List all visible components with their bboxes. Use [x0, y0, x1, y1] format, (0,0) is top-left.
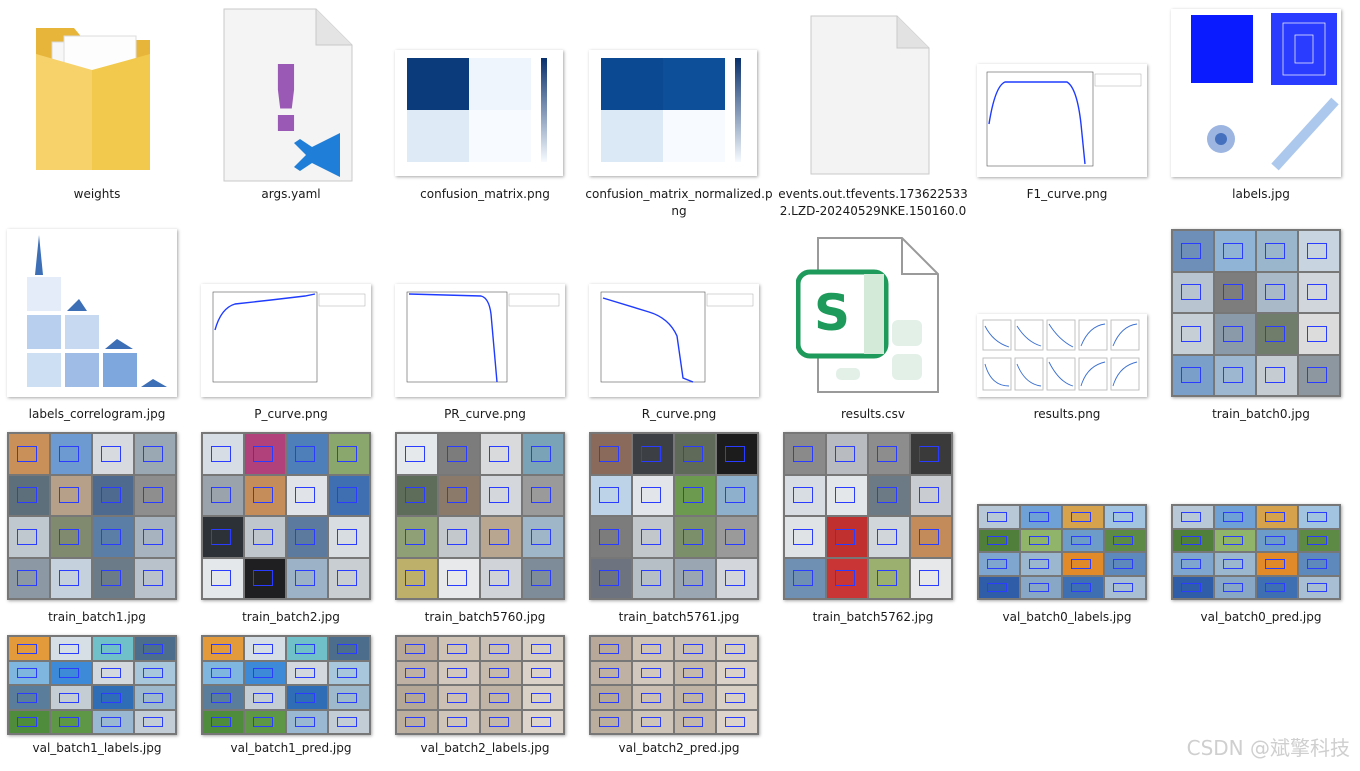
file-name: train_batch5761.jpg [618, 610, 740, 624]
file-item-confusion-matrix[interactable]: confusion_matrix.png [388, 0, 582, 215]
pr-curve-thumbnail [395, 284, 565, 397]
file-item-f1-curve[interactable]: F1_curve.png [970, 0, 1164, 215]
folder-icon [30, 20, 160, 175]
file-item-results-png[interactable]: results.png [970, 220, 1164, 430]
file-name: train_batch2.jpg [242, 610, 340, 624]
file-name: train_batch0.jpg [1212, 407, 1310, 421]
file-name: F1_curve.png [1026, 187, 1108, 201]
file-name: val_batch0_labels.jpg [1002, 610, 1132, 624]
p-curve-thumbnail [201, 284, 371, 397]
file-item-args-yaml[interactable]: ! args.yaml [194, 0, 388, 215]
train-batch1-thumbnail [7, 432, 177, 600]
file-name: labels_correlogram.jpg [28, 407, 166, 421]
file-name: events.out.tfevents.1736225332.LZD-20240… [778, 187, 968, 218]
train-batch2-thumbnail [201, 432, 371, 600]
file-name: labels.jpg [1232, 187, 1290, 201]
file-item-val-batch0-labels[interactable]: val_batch0_labels.jpg [970, 425, 1164, 633]
yaml-file-icon: ! [222, 7, 354, 183]
file-name: train_batch5760.jpg [424, 610, 546, 624]
file-name: val_batch0_pred.jpg [1200, 610, 1322, 624]
file-item-train-batch5762[interactable]: train_batch5762.jpg [776, 425, 970, 633]
file-item-weights[interactable]: weights [0, 0, 194, 215]
val-batch2-labels-thumbnail [395, 635, 565, 735]
confusion-matrix-normalized-thumbnail [589, 50, 757, 176]
f1-curve-thumbnail [977, 64, 1147, 177]
file-name: val_batch1_labels.jpg [32, 741, 162, 755]
file-name: train_batch5762.jpg [812, 610, 934, 624]
file-name: confusion_matrix.png [420, 187, 550, 201]
yaml-exclamation-glyph: ! [265, 46, 307, 153]
generic-file-icon [809, 14, 931, 176]
file-item-tfevents[interactable]: events.out.tfevents.1736225332.LZD-20240… [776, 0, 970, 218]
file-name: confusion_matrix_normalized.png [585, 187, 773, 218]
file-item-val-batch2-labels[interactable]: val_batch2_labels.jpg [388, 628, 582, 768]
file-name: P_curve.png [254, 407, 328, 421]
file-name: results.csv [841, 407, 905, 421]
file-item-pr-curve[interactable]: PR_curve.png [388, 220, 582, 430]
results-thumbnail [977, 314, 1147, 397]
file-item-results-csv[interactable]: S results.csv [776, 220, 970, 430]
val-batch0-pred-thumbnail [1171, 504, 1341, 600]
val-batch0-labels-thumbnail [977, 504, 1147, 600]
file-item-train-batch1[interactable]: train_batch1.jpg [0, 425, 194, 633]
spreadsheet-file-icon: S [796, 236, 941, 396]
file-item-val-batch2-pred[interactable]: val_batch2_pred.jpg [582, 628, 776, 768]
file-item-p-curve[interactable]: P_curve.png [194, 220, 388, 430]
val-batch2-pred-thumbnail [589, 635, 759, 735]
file-name: args.yaml [261, 187, 321, 201]
train-batch5761-thumbnail [589, 432, 759, 600]
file-name: val_batch1_pred.jpg [230, 741, 352, 755]
val-batch1-labels-thumbnail [7, 635, 177, 735]
file-item-train-batch0[interactable]: train_batch0.jpg [1164, 220, 1358, 430]
file-item-train-batch2[interactable]: train_batch2.jpg [194, 425, 388, 633]
file-item-train-batch5761[interactable]: train_batch5761.jpg [582, 425, 776, 633]
file-item-labels[interactable]: labels.jpg [1164, 0, 1358, 215]
watermark: CSDN @斌擎科技 [1186, 736, 1350, 760]
file-item-val-batch1-labels[interactable]: val_batch1_labels.jpg [0, 628, 194, 768]
file-item-confusion-matrix-normalized[interactable]: confusion_matrix_normalized.png [582, 0, 776, 218]
file-item-labels-correlogram[interactable]: labels_correlogram.jpg [0, 220, 194, 430]
labels-thumbnail [1171, 9, 1341, 177]
train-batch5760-thumbnail [395, 432, 565, 600]
labels-correlogram-thumbnail [7, 229, 177, 397]
file-name: results.png [1033, 407, 1101, 421]
train-batch5762-thumbnail [783, 432, 953, 600]
file-name: val_batch2_labels.jpg [420, 741, 550, 755]
confusion-matrix-thumbnail [395, 50, 563, 176]
val-batch1-pred-thumbnail [201, 635, 371, 735]
train-batch0-thumbnail [1171, 229, 1341, 397]
file-name: train_batch1.jpg [48, 610, 146, 624]
file-item-val-batch0-pred[interactable]: val_batch0_pred.jpg [1164, 425, 1358, 633]
file-name: val_batch2_pred.jpg [618, 741, 740, 755]
csv-s-glyph: S [814, 284, 850, 342]
r-curve-thumbnail [589, 284, 759, 397]
file-name: PR_curve.png [444, 407, 526, 421]
file-item-val-batch1-pred[interactable]: val_batch1_pred.jpg [194, 628, 388, 768]
file-item-train-batch5760[interactable]: train_batch5760.jpg [388, 425, 582, 633]
file-item-r-curve[interactable]: R_curve.png [582, 220, 776, 430]
file-name: R_curve.png [641, 407, 717, 421]
file-name: weights [73, 187, 121, 201]
